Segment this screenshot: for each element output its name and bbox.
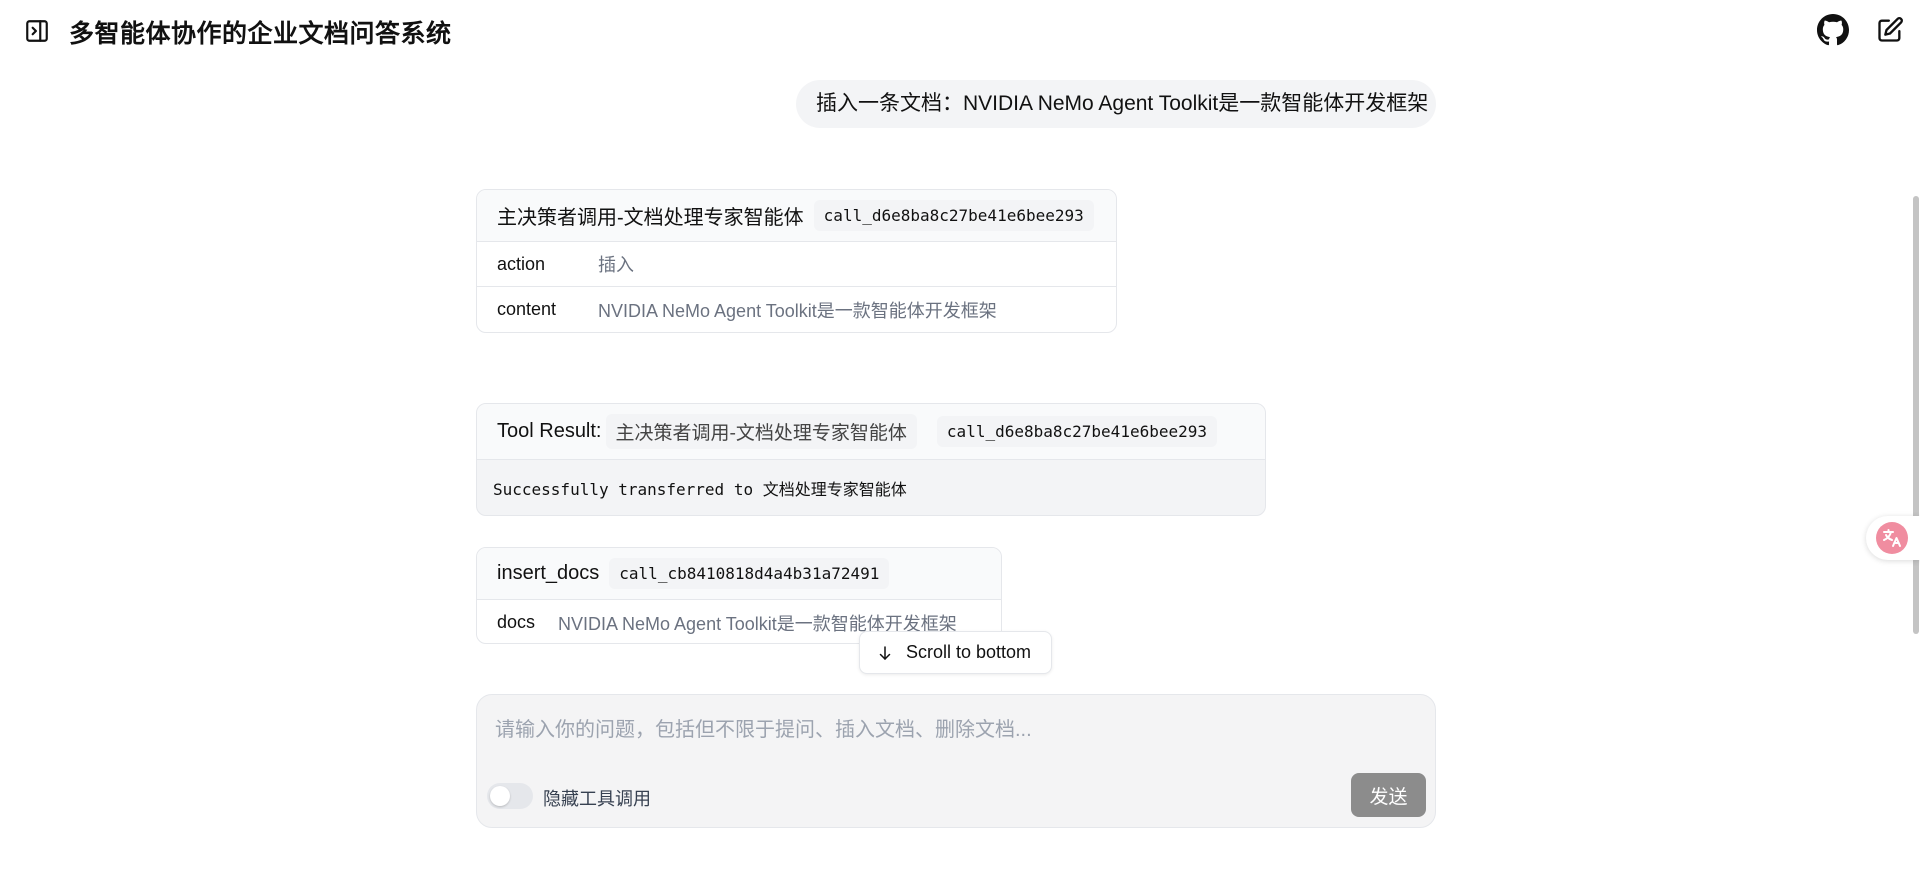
param-row: content NVIDIA NeMo Agent Toolkit是一款智能体开… — [477, 287, 1116, 332]
tool-result-label: Tool Result: — [497, 420, 602, 442]
scroll-to-bottom-label: Scroll to bottom — [906, 642, 1032, 662]
tool-call-header: insert_docs call_cb8410818d4a4b31a72491 — [477, 548, 1001, 600]
scroll-to-bottom-button[interactable]: Scroll to bottom — [859, 631, 1052, 674]
param-value: NVIDIA NeMo Agent Toolkit是一款智能体开发框架 — [598, 300, 997, 321]
tool-call-title: 主决策者调用-文档处理专家智能体 — [497, 207, 804, 229]
translate-floating-button[interactable] — [1866, 516, 1920, 560]
arrow-down-icon — [879, 645, 891, 660]
message-composer: 隐藏工具调用 发送 — [476, 694, 1436, 828]
edit-icon[interactable] — [1876, 16, 1904, 44]
tool-result-header: Tool Result: 主决策者调用-文档处理专家智能体 call_d6e8b… — [477, 404, 1265, 460]
param-row: action 插入 — [477, 242, 1116, 287]
tool-call-title: insert_docs — [497, 562, 600, 584]
tool-result-name: 主决策者调用-文档处理专家智能体 — [605, 414, 917, 449]
param-key: content — [497, 299, 557, 319]
page-title: 多智能体协作的企业文档问答系统 — [69, 20, 452, 48]
scrollbar-thumb[interactable] — [1913, 196, 1919, 634]
param-key: action — [497, 253, 546, 274]
translate-icon — [1876, 522, 1908, 554]
sidebar-toggle-icon[interactable] — [24, 18, 50, 44]
call-id-badge: call_d6e8ba8c27be41e6bee293 — [936, 416, 1218, 447]
tool-call-card: 主决策者调用-文档处理专家智能体 call_d6e8ba8c27be41e6be… — [476, 189, 1117, 333]
call-id-badge: call_cb8410818d4a4b31a72491 — [609, 558, 890, 589]
param-key: docs — [497, 612, 536, 632]
message-input[interactable] — [495, 715, 1415, 745]
tool-result-card: Tool Result: 主决策者调用-文档处理专家智能体 call_d6e8b… — [476, 403, 1266, 516]
param-value: 插入 — [598, 255, 634, 275]
hide-tool-calls-label: 隐藏工具调用 — [543, 789, 651, 809]
call-id-badge: call_d6e8ba8c27be41e6bee293 — [813, 200, 1094, 231]
header: 多智能体协作的企业文档问答系统 — [0, 0, 1920, 62]
tool-call-header: 主决策者调用-文档处理专家智能体 call_d6e8ba8c27be41e6be… — [477, 190, 1116, 242]
tool-call-card: insert_docs call_cb8410818d4a4b31a72491 … — [476, 547, 1002, 644]
user-message-bubble: 插入一条文档：NVIDIA NeMo Agent Toolkit是一款智能体开发… — [796, 80, 1436, 128]
toggle-knob — [490, 786, 510, 806]
tool-result-output: Successfully transferred to 文档处理专家智能体 — [493, 480, 907, 499]
send-button[interactable]: 发送 — [1351, 773, 1426, 817]
github-icon[interactable] — [1817, 14, 1849, 46]
hide-tool-calls-toggle[interactable] — [487, 783, 533, 809]
